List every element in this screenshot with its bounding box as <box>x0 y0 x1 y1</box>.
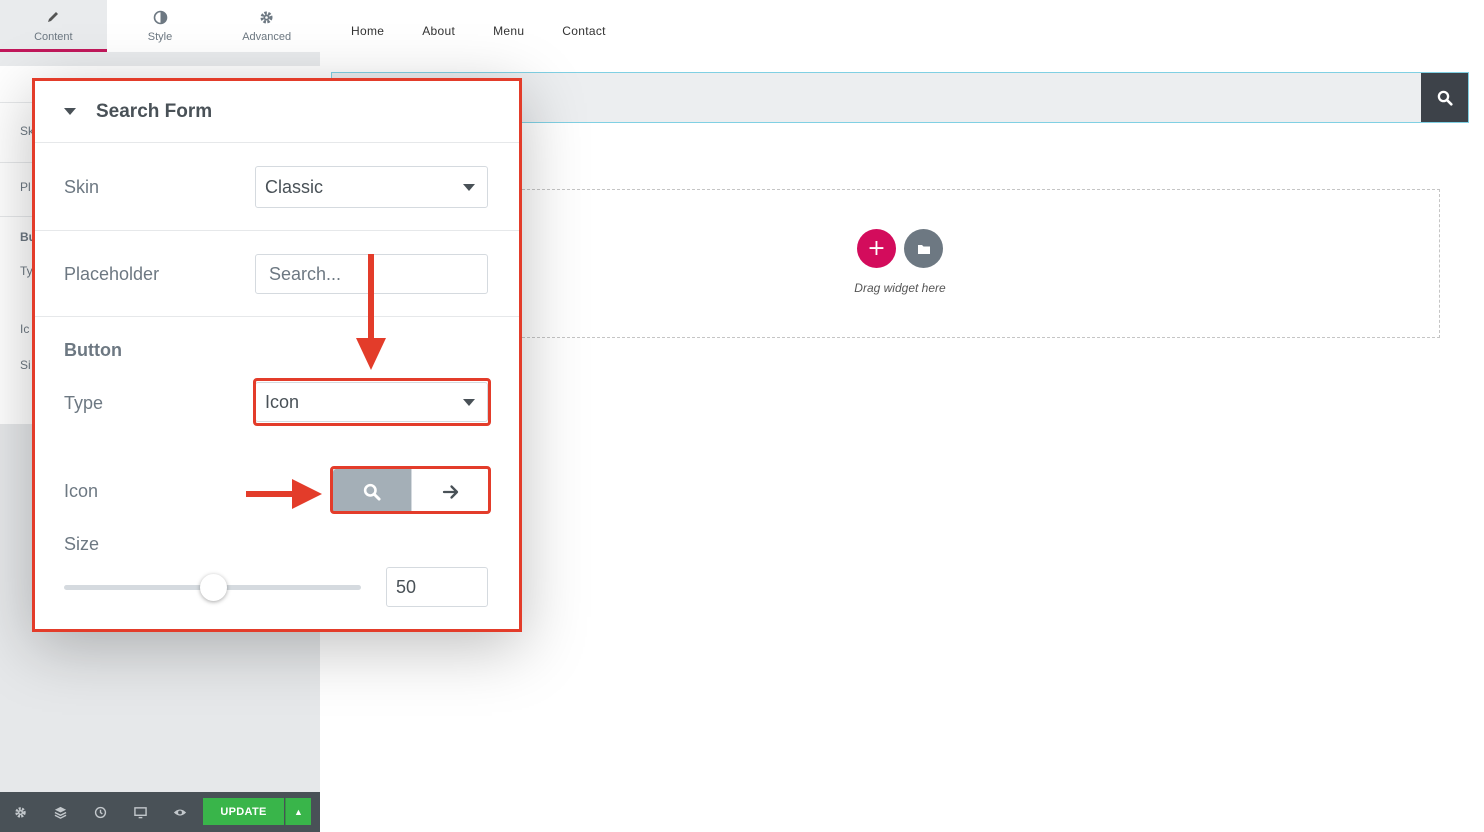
gear-icon <box>259 10 274 26</box>
search-icon <box>1437 90 1453 106</box>
preview-eye-icon[interactable] <box>160 792 200 832</box>
half-circle-icon <box>153 10 168 26</box>
tab-style-label: Style <box>147 30 173 43</box>
add-section-button[interactable]: + <box>857 229 896 268</box>
skin-value: Classic <box>265 176 324 197</box>
tab-content-label: Content <box>34 30 73 43</box>
ghost-label-placeholder: Pl <box>20 180 31 194</box>
responsive-icon[interactable] <box>120 792 160 832</box>
search-submit-button[interactable] <box>1421 73 1468 122</box>
update-button[interactable]: UPDATE <box>203 798 284 825</box>
site-nav: Home About Menu Contact <box>351 24 644 38</box>
type-label: Type <box>64 393 104 413</box>
nav-menu[interactable]: Menu <box>493 24 524 38</box>
tab-advanced[interactable]: Advanced <box>213 0 320 52</box>
ghost-label-icon: Ic <box>20 322 30 336</box>
button-heading: Button <box>64 340 122 360</box>
chevron-down-icon <box>463 184 475 191</box>
ghost-label-size: Si <box>20 358 31 372</box>
update-options-button[interactable]: ▲ <box>285 798 311 825</box>
layers-icon[interactable] <box>40 792 80 832</box>
type-highlight-frame <box>253 378 491 426</box>
empty-section-dropzone[interactable] <box>362 189 1440 338</box>
icon-label: Icon <box>64 481 99 501</box>
screen: Content Style Advanced Sk Pl Bu Ty Ic Si… <box>0 0 1484 832</box>
skin-label: Skin <box>64 177 100 197</box>
caret-down-icon <box>64 108 76 115</box>
size-slider-handle[interactable] <box>200 574 227 601</box>
ghost-label-type: Ty <box>20 264 33 278</box>
placeholder-label: Placeholder <box>64 264 160 284</box>
drag-widget-hint: Drag widget here <box>854 281 946 295</box>
zoomed-controls-callout: Search Form Skin Classic Placeholder But… <box>32 78 522 632</box>
divider <box>35 316 519 317</box>
icon-highlight-frame <box>330 466 491 514</box>
nav-contact[interactable]: Contact <box>562 24 605 38</box>
divider <box>35 230 519 231</box>
skin-select[interactable]: Classic <box>255 166 488 208</box>
section-title: Search Form <box>96 100 213 122</box>
folder-icon <box>917 244 930 254</box>
nav-about[interactable]: About <box>422 24 455 38</box>
annotation-arrow-right-head <box>292 479 322 509</box>
settings-icon[interactable] <box>0 792 40 832</box>
size-number-input[interactable] <box>386 567 488 607</box>
tab-advanced-label: Advanced <box>242 30 292 43</box>
annotation-arrow-down-head <box>356 338 386 370</box>
nav-home[interactable]: Home <box>351 24 384 38</box>
annotation-arrow-down <box>368 254 374 342</box>
search-form-section-header[interactable]: Search Form <box>35 81 519 143</box>
history-icon[interactable] <box>80 792 120 832</box>
tab-content[interactable]: Content <box>0 0 107 52</box>
pencil-icon <box>46 10 60 26</box>
annotation-arrow-right <box>246 491 296 497</box>
add-template-button[interactable] <box>904 229 943 268</box>
size-label: Size <box>64 534 100 554</box>
tab-style[interactable]: Style <box>107 0 214 52</box>
panel-tabs: Content Style Advanced <box>0 0 320 52</box>
